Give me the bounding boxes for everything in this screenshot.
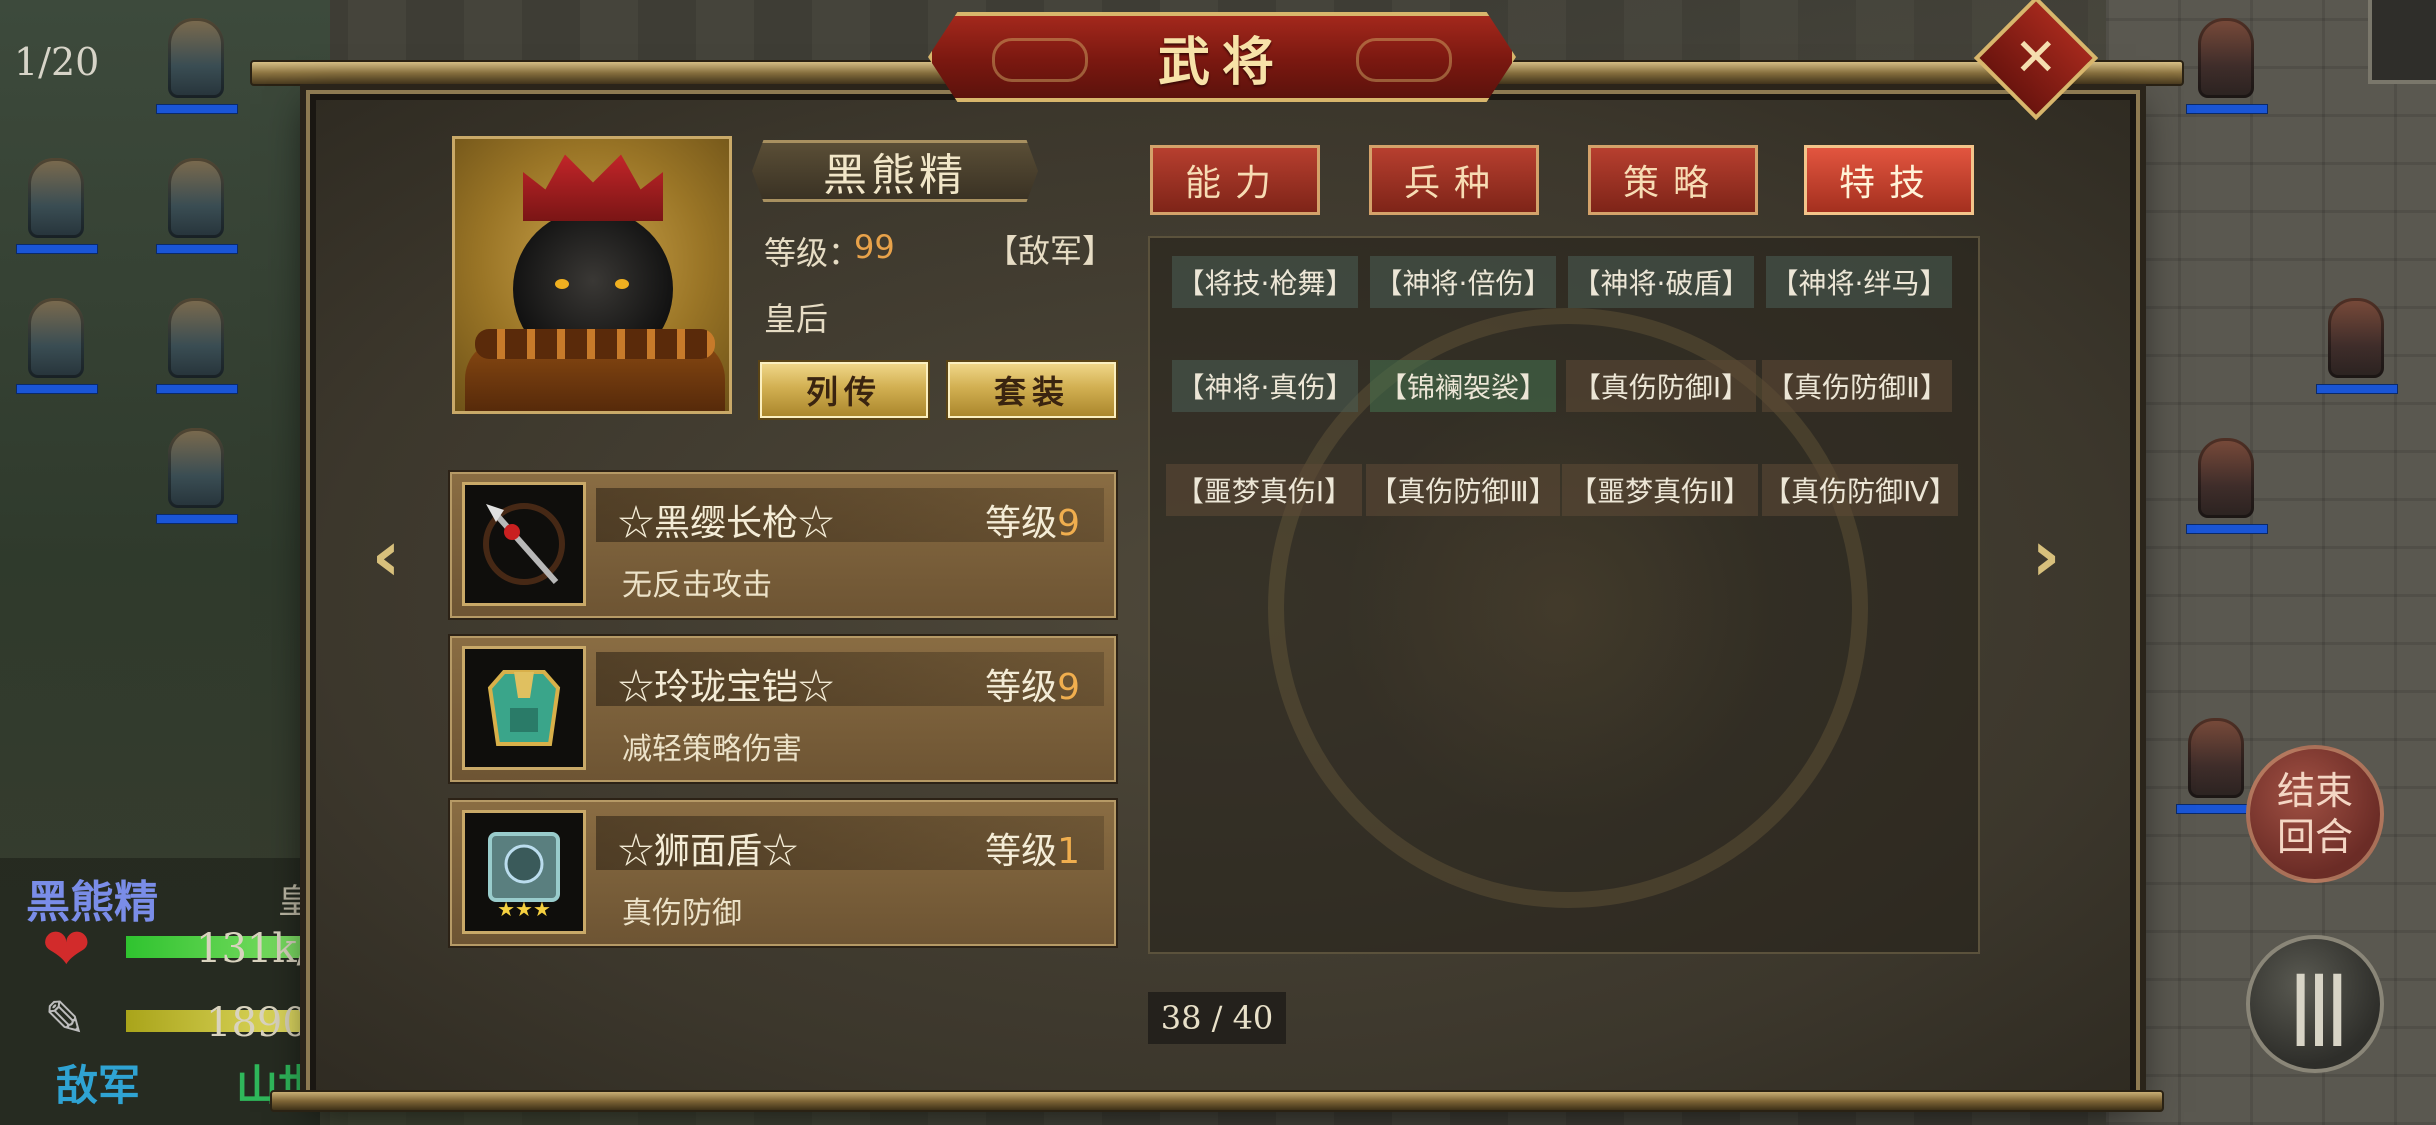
next-general-arrow-icon[interactable]: ›: [2016, 515, 2076, 597]
skill-tag[interactable]: 【锦襕袈裟】: [1370, 360, 1556, 412]
ally-unit[interactable]: [150, 10, 242, 120]
spear-icon: [462, 482, 586, 606]
scroll-ornament-icon: [992, 38, 1088, 82]
faction-label: 【敌军】: [986, 232, 1115, 270]
skills-panel: [1148, 236, 1980, 954]
ally-unit[interactable]: [150, 420, 242, 530]
end-turn-label-line1: 结束: [2276, 769, 2353, 813]
equipment-level: 等级9: [985, 503, 1080, 544]
previous-general-arrow-icon[interactable]: ‹: [356, 515, 416, 597]
end-turn-button[interactable]: 结束 回合: [2246, 745, 2384, 883]
level-value: 99: [854, 228, 895, 266]
skill-tag[interactable]: 【真伤防御Ⅲ】: [1366, 464, 1560, 516]
equipment-name: ☆玲珑宝铠☆: [618, 667, 835, 708]
biography-button[interactable]: 列传: [758, 360, 930, 420]
skill-tag[interactable]: 【神将·绊马】: [1766, 256, 1952, 308]
skill-tag[interactable]: 【真伤防御Ⅱ】: [1762, 360, 1952, 412]
tab-ability[interactable]: 能力: [1150, 145, 1320, 215]
minimap-corner-icon[interactable]: [2368, 0, 2436, 84]
equipment-description: 无反击攻击: [622, 568, 772, 603]
ally-unit[interactable]: [150, 290, 242, 400]
ally-unit[interactable]: [150, 150, 242, 260]
end-turn-label-line2: 回合: [2276, 815, 2353, 859]
equipment-row[interactable]: ☆玲珑宝铠☆ 等级9 减轻策略伤害: [448, 634, 1118, 784]
equipment-name: ☆黑缨长枪☆: [618, 503, 835, 544]
level-label: 等级：: [764, 234, 861, 272]
equipment-name: ☆狮面盾☆: [618, 831, 799, 872]
shield-icon: ★★★: [462, 810, 586, 934]
tab-troop-type[interactable]: 兵种: [1369, 145, 1539, 215]
dialog-bottom-rail: [270, 1090, 2164, 1112]
skill-tag[interactable]: 【将技·枪舞】: [1172, 256, 1358, 308]
enemy-unit[interactable]: [2180, 10, 2272, 120]
dialog-title: 武将: [1157, 31, 1286, 93]
role-label: 皇后: [764, 300, 829, 338]
skill-tag[interactable]: 【神将·真伤】: [1172, 360, 1358, 412]
svg-text:★★★: ★★★: [497, 897, 551, 921]
feather-icon: ✎: [44, 990, 86, 1048]
page-indicator: 38 / 40: [1148, 992, 1286, 1044]
turn-counter: 1/20: [14, 40, 100, 84]
hp-value: 131k/: [196, 926, 311, 972]
skill-tag[interactable]: 【噩梦真伤Ⅰ】: [1166, 464, 1362, 516]
close-icon: ✕: [2014, 27, 2058, 88]
armor-icon: [462, 646, 586, 770]
skill-tag[interactable]: 【神将·倍伤】: [1370, 256, 1556, 308]
selected-unit-title: 皇: [278, 882, 312, 922]
general-portrait: [452, 136, 732, 414]
equipment-row[interactable]: ☆黑缨长枪☆ 等级9 无反击攻击: [448, 470, 1118, 620]
skill-tag[interactable]: 【真伤防御Ⅳ】: [1762, 464, 1958, 516]
scroll-ornament-icon: [1356, 38, 1452, 82]
menu-button[interactable]: |||: [2246, 935, 2384, 1073]
equipment-description: 减轻策略伤害: [622, 732, 802, 767]
equipment-level: 等级1: [985, 831, 1080, 872]
set-button[interactable]: 套装: [946, 360, 1118, 420]
ally-unit[interactable]: [10, 150, 102, 260]
enemy-unit[interactable]: [2180, 430, 2272, 540]
dialog-title-plaque: 武将: [928, 12, 1516, 102]
general-name: 黑熊精: [823, 150, 967, 201]
tab-strategy[interactable]: 策略: [1588, 145, 1758, 215]
tab-special-skills[interactable]: 特技: [1804, 145, 1974, 215]
heart-icon: ❤: [42, 915, 91, 983]
unit-side: 敌军: [56, 1061, 141, 1110]
equipment-row[interactable]: ★★★ ☆狮面盾☆ 等级1 真伤防御: [448, 798, 1118, 948]
ally-unit[interactable]: [10, 290, 102, 400]
skill-tag[interactable]: 【噩梦真伤Ⅱ】: [1562, 464, 1758, 516]
menu-bars-icon: |||: [2287, 962, 2351, 1046]
equipment-description: 真伤防御: [622, 896, 742, 931]
equipment-level: 等级9: [985, 667, 1080, 708]
skill-tag[interactable]: 【真伤防御Ⅰ】: [1566, 360, 1756, 412]
skill-tag[interactable]: 【神将·破盾】: [1568, 256, 1754, 308]
general-name-plaque: 黑熊精: [752, 140, 1038, 202]
enemy-unit[interactable]: [2310, 290, 2402, 400]
